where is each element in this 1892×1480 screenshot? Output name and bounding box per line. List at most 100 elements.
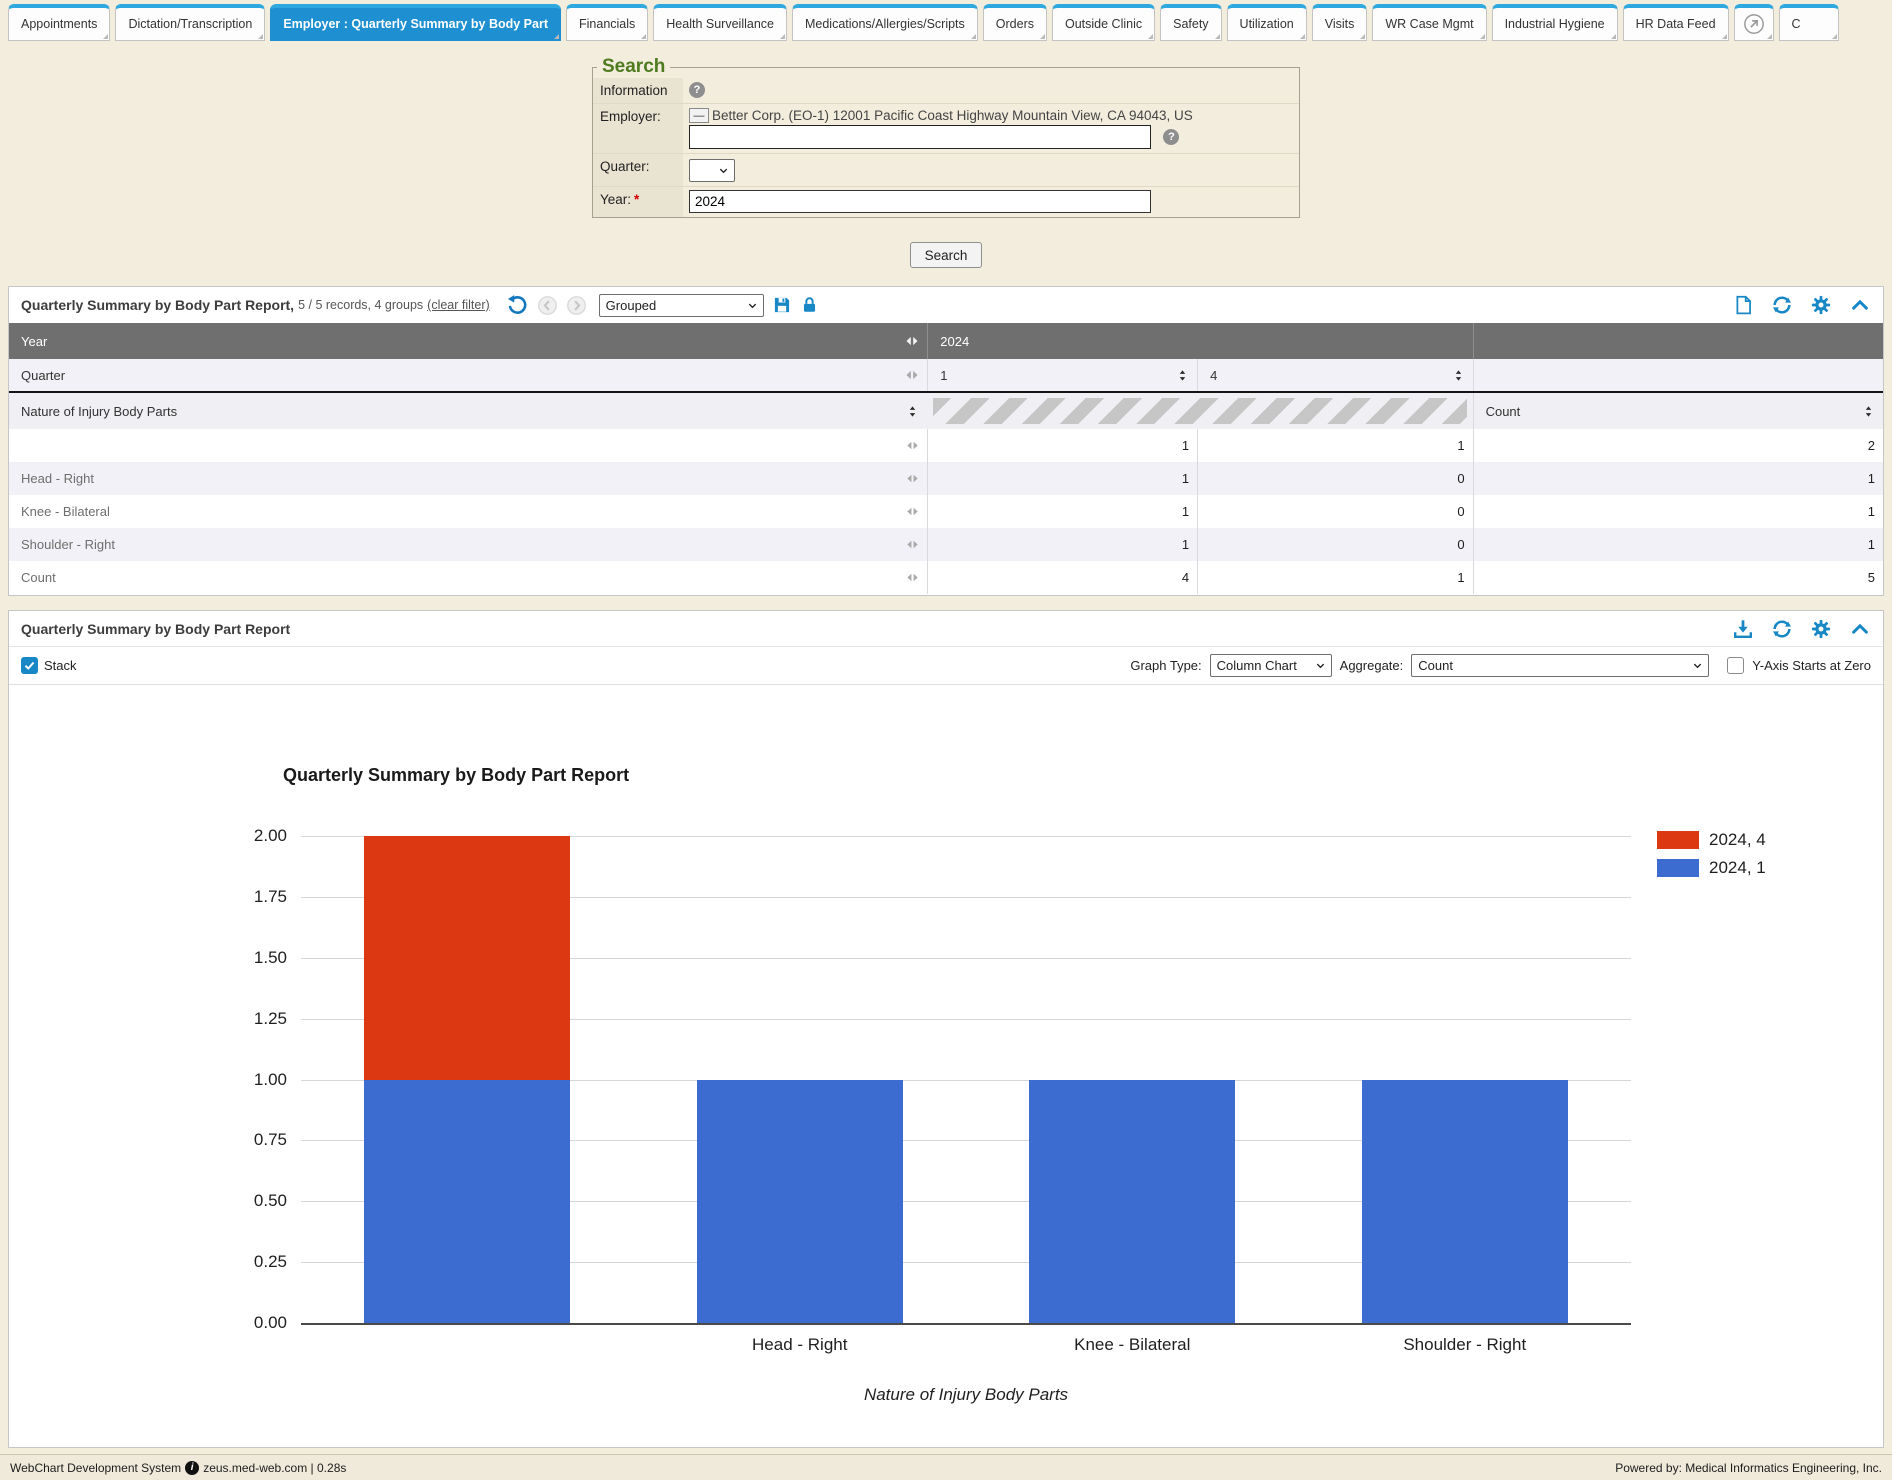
cell-q4-value: 0: [1197, 528, 1472, 561]
table-row[interactable]: Knee - Bilateral 1 0 1: [9, 495, 1883, 528]
bar-segment-2024-1[interactable]: [1029, 1080, 1235, 1324]
chart-legend: 2024, 42024, 1: [1657, 830, 1766, 886]
chevron-down-icon: [1315, 660, 1326, 671]
tab-partial[interactable]: C: [1779, 4, 1839, 41]
cell-q4-value: 1: [1197, 561, 1472, 594]
footer-powered-by: Powered by: Medical Informatics Engineer…: [1615, 1461, 1882, 1475]
history-forward-button[interactable]: [566, 295, 587, 316]
table-row[interactable]: 1 1 2: [9, 429, 1883, 462]
chart-settings-button[interactable]: [1810, 618, 1832, 640]
legend-item: 2024, 4: [1657, 830, 1766, 850]
employer-help-icon[interactable]: ?: [1163, 129, 1179, 145]
tab-wr-case-mgmt[interactable]: WR Case Mgmt: [1372, 4, 1486, 41]
refresh-grid-button[interactable]: [1771, 294, 1793, 316]
undo-button[interactable]: [506, 294, 529, 317]
stack-checkbox[interactable]: [21, 657, 38, 674]
sort-icon[interactable]: [906, 404, 919, 419]
table-row-count-total[interactable]: Count 4 1 5: [9, 561, 1883, 594]
sort-icon[interactable]: [1452, 368, 1465, 383]
tab-visits[interactable]: Visits: [1312, 4, 1368, 41]
tab-health-surveillance[interactable]: Health Surveillance: [653, 4, 787, 41]
table-row[interactable]: Head - Right 1 0 1: [9, 462, 1883, 495]
tab-overflow-button[interactable]: [1734, 4, 1774, 41]
chart-panel: Quarterly Summary by Body Part Report St…: [8, 610, 1884, 1448]
count-header-label: Count: [1486, 404, 1521, 419]
help-icon[interactable]: ?: [689, 82, 705, 98]
aggregate-select[interactable]: Count: [1411, 654, 1709, 677]
cell-count-value: 1: [1473, 528, 1883, 561]
year-input[interactable]: [689, 190, 1151, 213]
tab-label: Financials: [579, 17, 635, 31]
tab-financials[interactable]: Financials: [566, 4, 648, 41]
grid-settings-button[interactable]: [1810, 294, 1832, 316]
column-resize-icon[interactable]: [905, 334, 919, 348]
y-axis-zero-checkbox[interactable]: [1727, 657, 1744, 674]
column-resize-icon[interactable]: [905, 368, 919, 382]
lock-view-button[interactable]: [800, 295, 819, 315]
history-back-button[interactable]: [537, 295, 558, 316]
clear-filter-link[interactable]: (clear filter): [427, 298, 490, 312]
export-report-button[interactable]: [1733, 294, 1754, 316]
y-axis-zero-label: Y-Axis Starts at Zero: [1752, 658, 1871, 673]
quarter-row: Quarter:: [593, 153, 1299, 186]
row-resize-icon[interactable]: [906, 439, 919, 452]
sort-icon[interactable]: [1862, 404, 1875, 419]
view-mode-select[interactable]: Grouped: [599, 294, 764, 317]
quarter-select[interactable]: [689, 159, 735, 182]
row-resize-icon[interactable]: [906, 505, 919, 518]
sort-icon[interactable]: [1176, 368, 1189, 383]
year-header-value: 2024: [940, 334, 969, 349]
tab-label: WR Case Mgmt: [1385, 17, 1473, 31]
employer-label: Employer:: [593, 104, 683, 153]
tab-medications-allergies-scripts[interactable]: Medications/Allergies/Scripts: [792, 4, 978, 41]
graph-type-select[interactable]: Column Chart: [1210, 654, 1332, 677]
tab-label: Employer : Quarterly Summary by Body Par…: [283, 17, 548, 31]
bar-segment-2024-1[interactable]: [697, 1080, 903, 1324]
download-chart-button[interactable]: [1732, 618, 1754, 640]
tab-industrial-hygiene[interactable]: Industrial Hygiene: [1492, 4, 1618, 41]
refresh-chart-button[interactable]: [1771, 618, 1793, 640]
tab-hr-data-feed[interactable]: HR Data Feed: [1623, 4, 1729, 41]
tab-outside-clinic[interactable]: Outside Clinic: [1052, 4, 1155, 41]
refresh-icon: [1771, 294, 1793, 316]
collapse-grid-button[interactable]: [1849, 294, 1871, 316]
tab-orders[interactable]: Orders: [983, 4, 1047, 41]
chevron-right-circle-icon: [566, 295, 587, 316]
search-button[interactable]: Search: [910, 242, 982, 268]
tab-safety[interactable]: Safety: [1160, 4, 1221, 41]
tab-dictation-transcription[interactable]: Dictation/Transcription: [115, 4, 265, 41]
cell-body-part: Head - Right: [21, 471, 94, 486]
table-row[interactable]: Shoulder - Right 1 0 1: [9, 528, 1883, 561]
save-view-button[interactable]: [772, 295, 792, 315]
tab-label: Health Surveillance: [666, 17, 774, 31]
employer-collapse-button[interactable]: —: [689, 108, 709, 123]
aggregate-label: Aggregate:: [1340, 658, 1404, 673]
tab-utilization[interactable]: Utilization: [1227, 4, 1307, 41]
arrow-up-right-circle-icon: [1743, 13, 1765, 35]
grid-panel-header: Quarterly Summary by Body Part Report, 5…: [9, 287, 1883, 323]
lock-icon: [800, 295, 819, 315]
collapse-chart-button[interactable]: [1849, 618, 1871, 640]
tab-label: HR Data Feed: [1636, 17, 1716, 31]
plot-area: 2.001.751.501.251.000.750.500.250.00Head…: [301, 836, 1631, 1323]
row-resize-icon[interactable]: [906, 571, 919, 584]
employer-input[interactable]: [689, 125, 1151, 149]
y-tick-label: 0.25: [197, 1252, 287, 1272]
tab-employer-quarterly-summary[interactable]: Employer : Quarterly Summary by Body Par…: [270, 4, 561, 41]
year-row: Year:*: [593, 186, 1299, 217]
row-resize-icon[interactable]: [906, 538, 919, 551]
quarter-1-column-header: 1: [940, 368, 947, 383]
info-icon[interactable]: i: [185, 1461, 199, 1475]
legend-swatch: [1657, 831, 1699, 849]
bar-segment-2024-1[interactable]: [1362, 1080, 1568, 1324]
bar-segment-2024-4[interactable]: [364, 836, 570, 1080]
bar-segment-2024-1[interactable]: [364, 1080, 570, 1324]
cell-q4-value: 0: [1197, 495, 1472, 528]
tab-appointments[interactable]: Appointments: [8, 4, 110, 41]
chevron-down-icon: [747, 300, 758, 311]
chevron-down-icon: [1692, 660, 1703, 671]
employer-selected-text: Better Corp. (EO-1) 12001 Pacific Coast …: [712, 108, 1193, 123]
hatched-spacer-cell: [933, 398, 1466, 424]
quarter-header-row: Quarter 1 4: [9, 359, 1883, 393]
row-resize-icon[interactable]: [906, 472, 919, 485]
